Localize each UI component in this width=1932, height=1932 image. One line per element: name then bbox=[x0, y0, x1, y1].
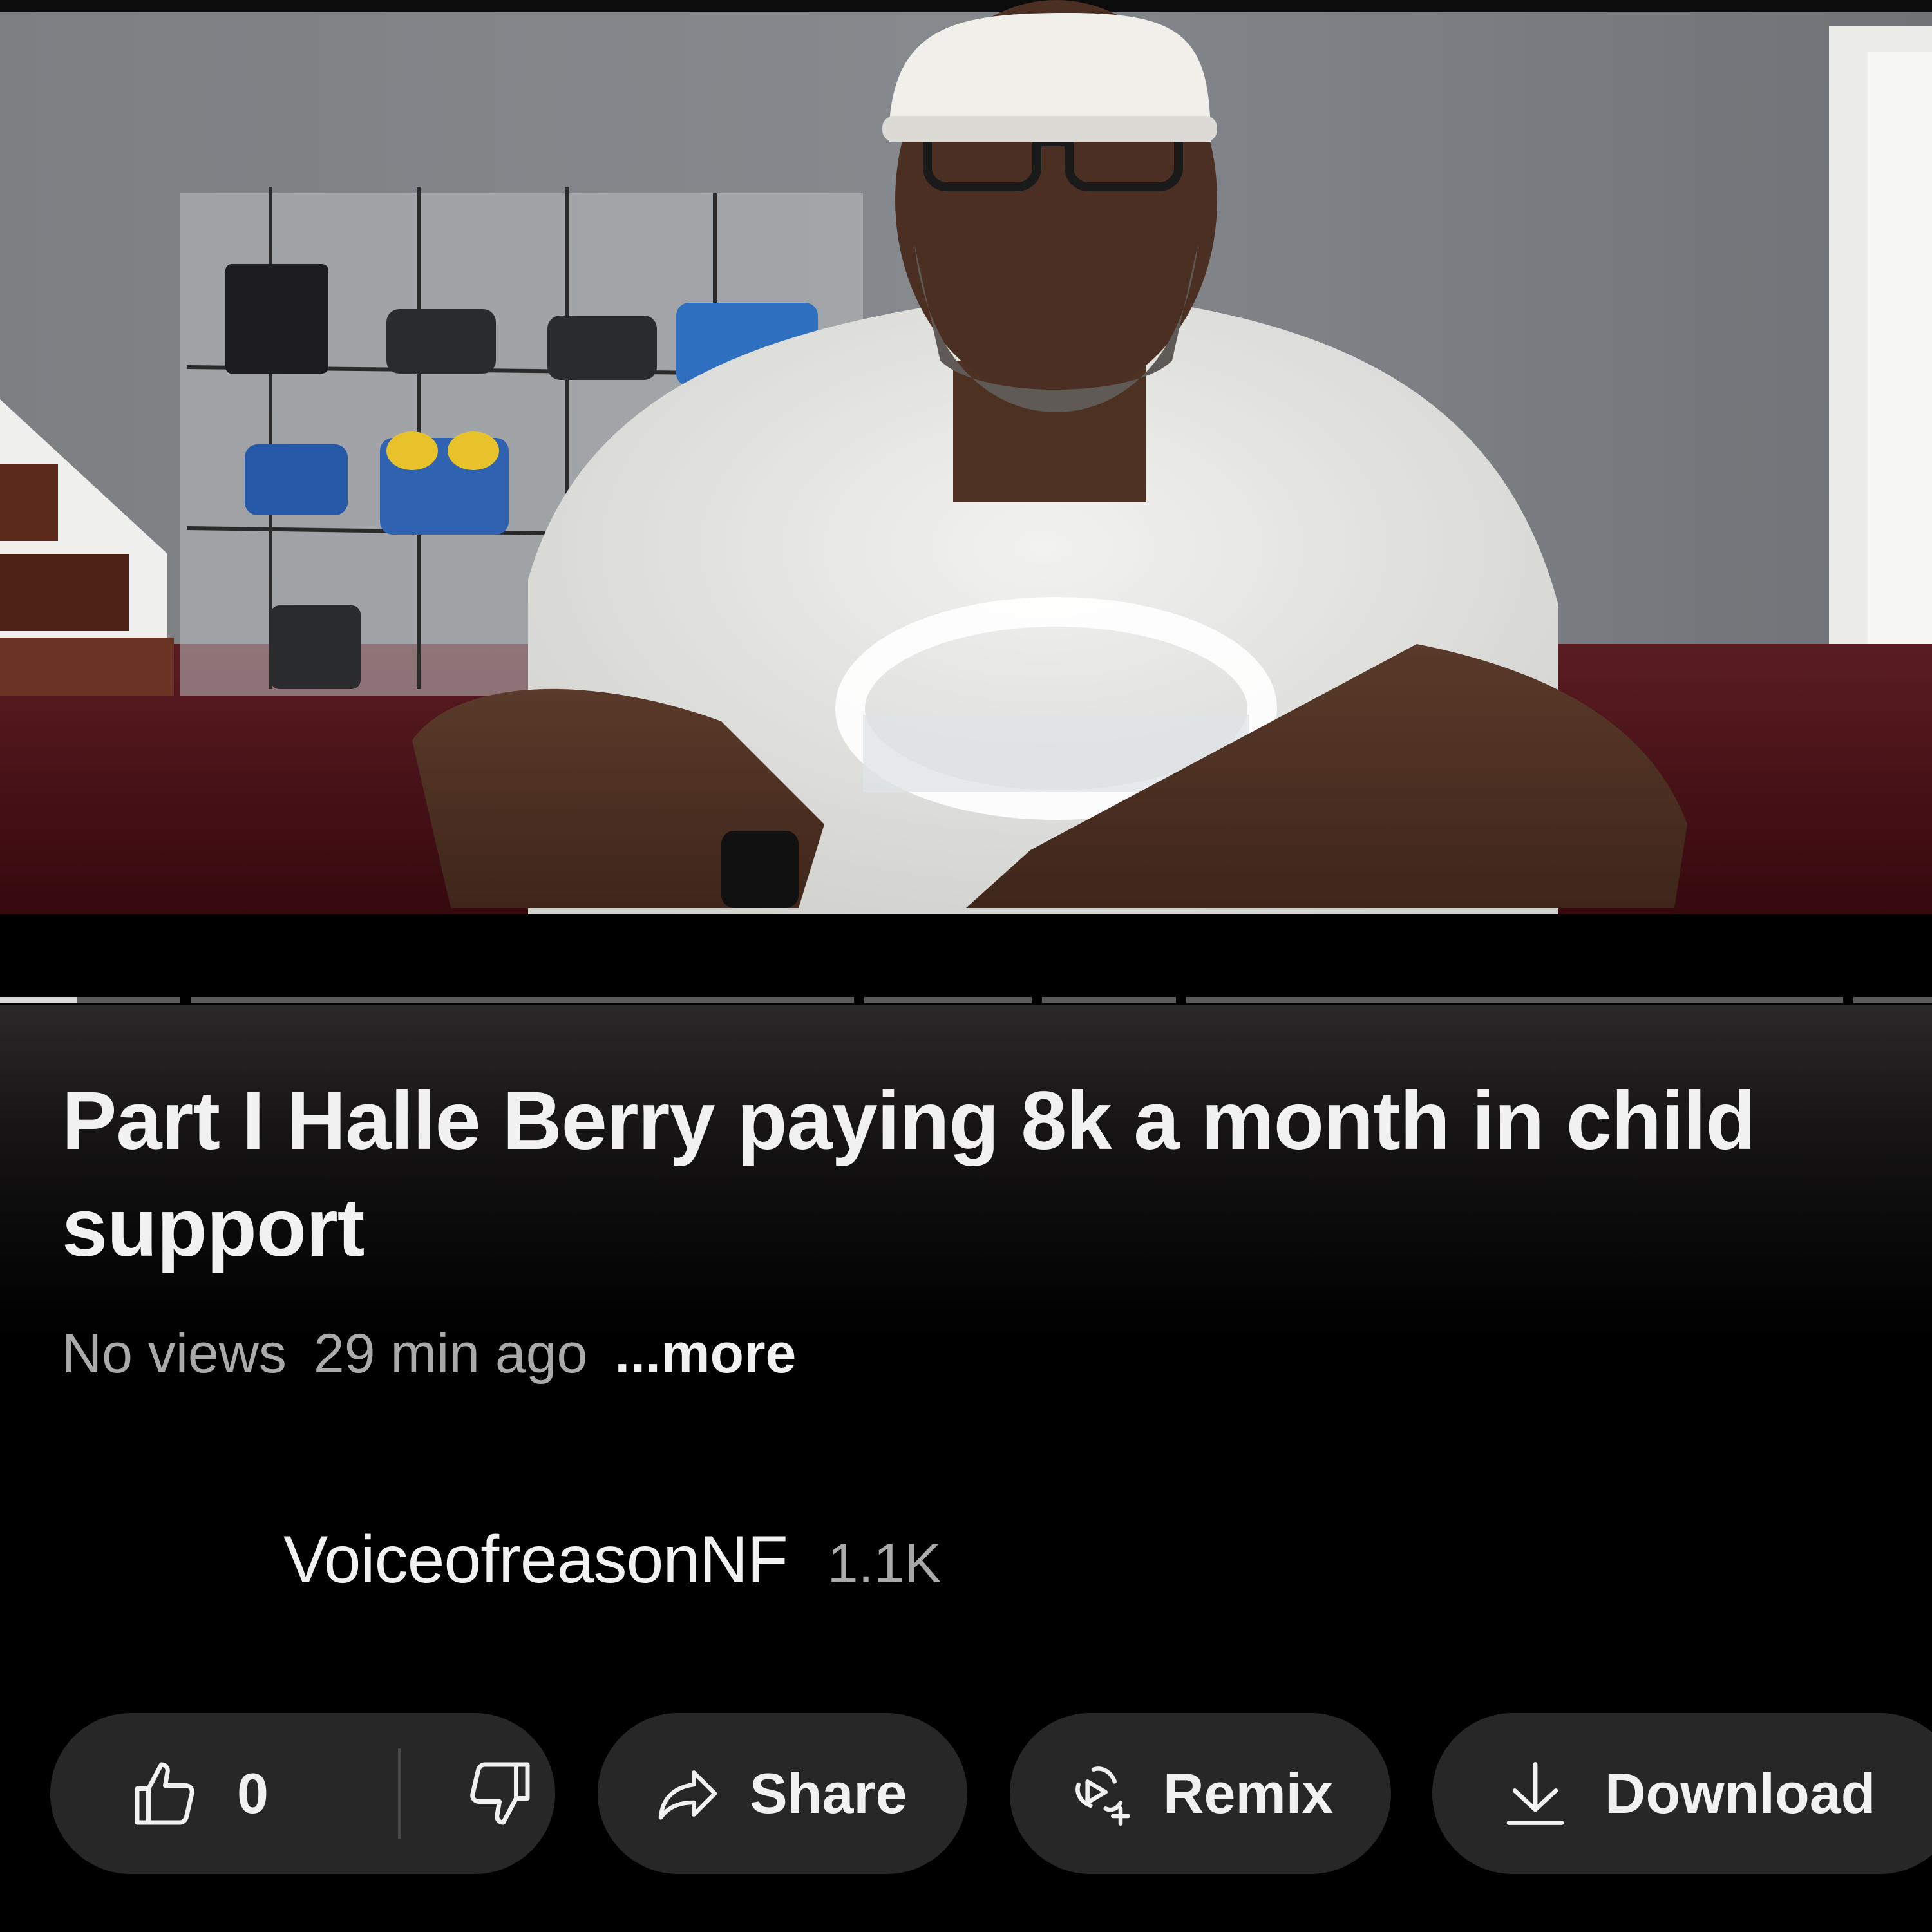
chapter-segment bbox=[864, 997, 1032, 1003]
channel-name[interactable]: VoiceofreasonNF bbox=[283, 1522, 788, 1597]
download-icon bbox=[1503, 1757, 1567, 1830]
download-label: Download bbox=[1605, 1761, 1876, 1825]
share-arrow-icon bbox=[652, 1757, 724, 1830]
like-count: 0 bbox=[237, 1761, 269, 1825]
like-dislike-group: 0 bbox=[50, 1713, 555, 1874]
video-title[interactable]: Part I Halle Berry paying 8k a month in … bbox=[62, 1068, 1801, 1282]
video-frame bbox=[0, 0, 1932, 914]
thumbs-up-icon bbox=[128, 1755, 205, 1832]
share-button[interactable]: Share bbox=[598, 1713, 967, 1874]
view-count: No views bbox=[62, 1323, 287, 1385]
subscriber-count: 1.1K bbox=[827, 1533, 942, 1595]
thumbs-down-icon bbox=[460, 1755, 537, 1832]
chapter-segment bbox=[1853, 997, 1932, 1003]
download-button[interactable]: Download bbox=[1432, 1713, 1932, 1874]
chapter-segment bbox=[1186, 997, 1843, 1003]
progress-played bbox=[0, 997, 77, 1003]
chapter-segment bbox=[1042, 997, 1176, 1003]
like-divider bbox=[398, 1748, 401, 1839]
dislike-button[interactable] bbox=[460, 1713, 537, 1874]
chapter-segment bbox=[191, 997, 854, 1003]
video-player[interactable] bbox=[0, 0, 1932, 914]
upload-time: 29 min ago bbox=[313, 1323, 588, 1385]
share-label: Share bbox=[750, 1761, 907, 1825]
remix-button[interactable]: Remix bbox=[1010, 1713, 1391, 1874]
remix-label: Remix bbox=[1163, 1761, 1334, 1825]
remix-icon bbox=[1066, 1757, 1139, 1830]
channel-row[interactable]: VoiceofreasonNF 1.1K bbox=[283, 1521, 942, 1602]
watch-page: Part I Halle Berry paying 8k a month in … bbox=[0, 0, 1932, 1932]
video-meta[interactable]: No views 29 min ago ...more bbox=[62, 1321, 796, 1386]
more-link[interactable]: ...more bbox=[614, 1323, 796, 1385]
chapter-segment bbox=[75, 997, 180, 1003]
like-button[interactable]: 0 bbox=[128, 1713, 269, 1874]
video-progress-bar[interactable] bbox=[0, 996, 1932, 1005]
